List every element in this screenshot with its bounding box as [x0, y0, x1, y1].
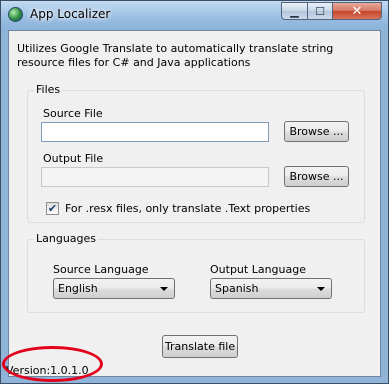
source-language-select[interactable]: English [53, 278, 175, 299]
description-text: Utilizes Google Translate to automatical… [17, 42, 334, 69]
source-file-label: Source File [43, 107, 103, 120]
chevron-down-icon [160, 287, 168, 291]
minimize-icon: ▁ [290, 4, 299, 18]
output-browse-button[interactable]: Browse ... [284, 166, 349, 187]
title-bar[interactable]: App Localizer ▁ ☐ ✕ [1, 1, 388, 29]
source-file-input[interactable] [41, 122, 269, 142]
app-window: App Localizer ▁ ☐ ✕ Utilizes Google Tran… [0, 0, 389, 384]
output-language-value: Spanish [215, 282, 259, 295]
window-title: App Localizer [30, 7, 111, 21]
close-button[interactable]: ✕ [332, 2, 382, 20]
resx-checkbox-label: For .resx files, only translate .Text pr… [65, 202, 311, 215]
languages-group: Languages [27, 232, 365, 313]
output-file-input[interactable] [41, 167, 269, 187]
languages-group-label: Languages [34, 232, 99, 245]
files-group-label: Files [34, 83, 63, 96]
maximize-button[interactable]: ☐ [307, 2, 333, 20]
maximize-icon: ☐ [315, 4, 325, 18]
chevron-down-icon [317, 287, 325, 291]
source-language-value: English [58, 282, 98, 295]
version-label: Version:1.0.1.0 [6, 364, 89, 377]
close-icon: ✕ [351, 3, 363, 19]
source-language-label: Source Language [53, 263, 149, 276]
check-icon: ✔ [47, 202, 58, 215]
translate-file-button[interactable]: Translate file [162, 335, 238, 358]
minimize-button[interactable]: ▁ [281, 2, 308, 20]
client-area: Utilizes Google Translate to automatical… [8, 30, 381, 377]
resx-checkbox[interactable]: ✔ [46, 202, 59, 215]
output-language-select[interactable]: Spanish [210, 278, 332, 299]
source-browse-button[interactable]: Browse ... [284, 121, 349, 142]
globe-icon[interactable] [8, 7, 23, 22]
output-file-label: Output File [43, 152, 104, 165]
output-language-label: Output Language [210, 263, 306, 276]
